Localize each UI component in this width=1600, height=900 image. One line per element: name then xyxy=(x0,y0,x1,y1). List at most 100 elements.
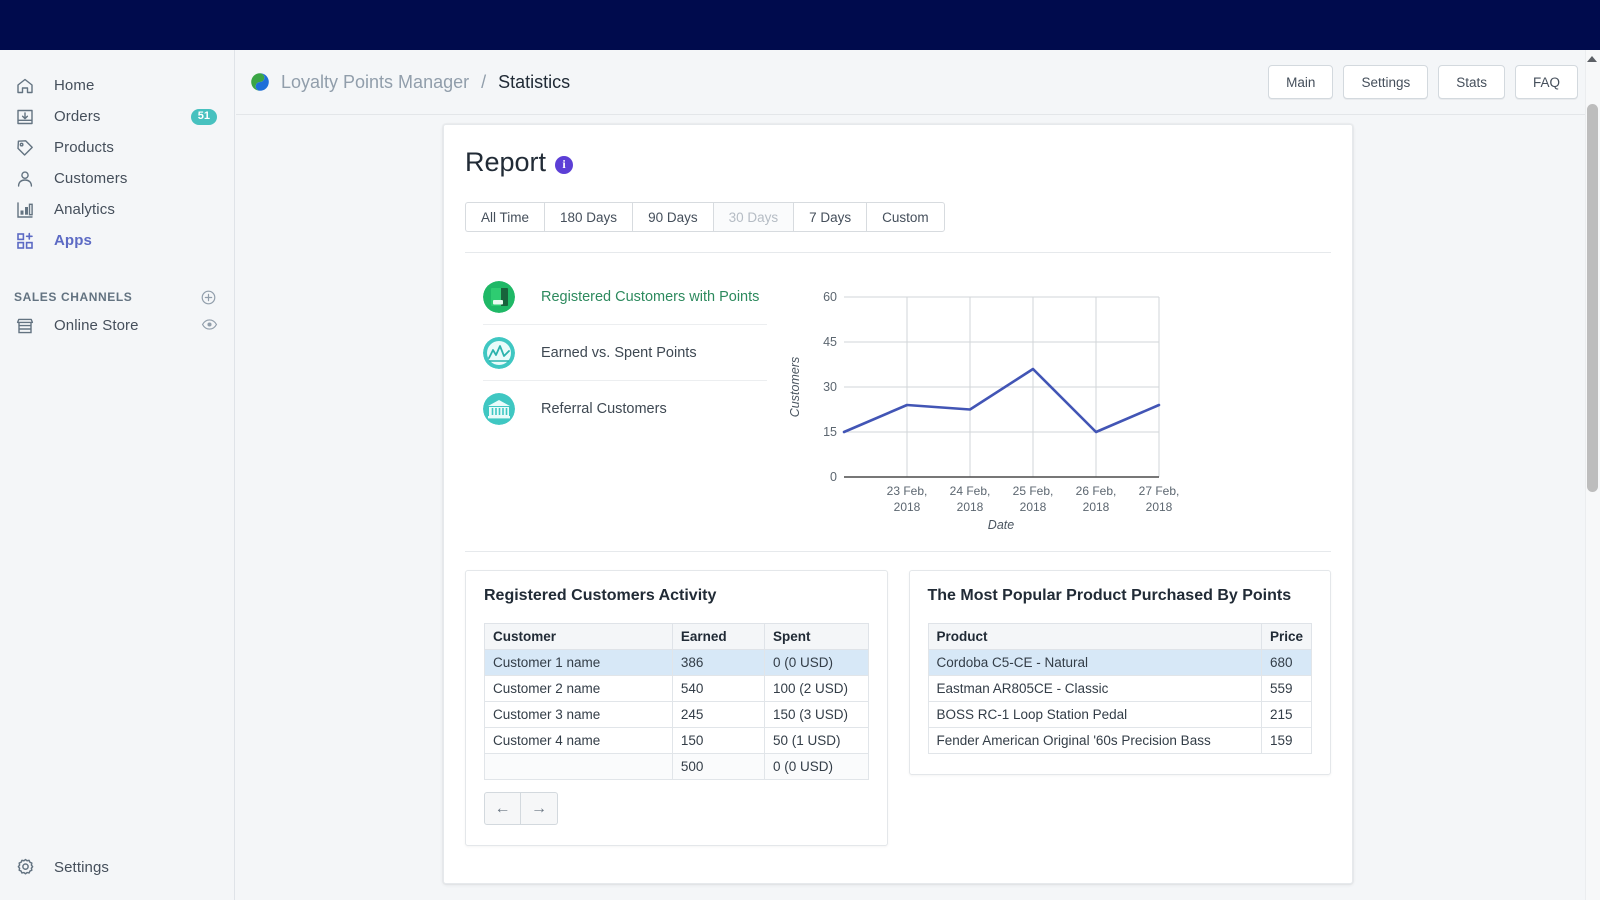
table-header-row: Product Price xyxy=(928,624,1312,650)
cell-earned: 245 xyxy=(672,702,764,728)
store-icon xyxy=(14,315,36,337)
info-icon[interactable]: i xyxy=(555,156,573,174)
sidebar-item-apps[interactable]: Apps xyxy=(0,225,234,256)
header-button-settings[interactable]: Settings xyxy=(1343,65,1428,99)
bank-teal-icon xyxy=(483,393,515,425)
svg-text:2018: 2018 xyxy=(1146,500,1173,514)
report-menu-label: Referral Customers xyxy=(541,401,667,417)
popular-products-panel: The Most Popular Product Purchased By Po… xyxy=(909,570,1332,775)
sidebar-item-label: Analytics xyxy=(54,201,115,218)
table-row[interactable]: Customer 4 name 150 50 (1 USD) xyxy=(485,728,869,754)
apps-grid-plus-icon xyxy=(14,230,36,252)
table-row[interactable]: Customer 3 name 245 150 (3 USD) xyxy=(485,702,869,728)
cell-earned: 150 xyxy=(672,728,764,754)
cell-earned: 500 xyxy=(672,754,764,780)
cell-product: Fender American Original '60s Precision … xyxy=(928,728,1261,754)
report-menu-label: Earned vs. Spent Points xyxy=(541,345,697,361)
sidebar-item-label: Orders xyxy=(54,108,100,125)
date-range-button-group: All Time 180 Days 90 Days 30 Days 7 Days… xyxy=(465,202,1331,232)
brand-name[interactable]: Loyalty Points Manager xyxy=(281,72,469,93)
range-7-days[interactable]: 7 Days xyxy=(793,202,866,232)
table-row[interactable]: Customer 2 name 540 100 (2 USD) xyxy=(485,676,869,702)
report-card-body: Report i All Time 180 Days 90 Days 30 Da… xyxy=(444,125,1352,552)
range-90-days[interactable]: 90 Days xyxy=(632,202,713,232)
sidebar-item-customers[interactable]: Customers xyxy=(0,163,234,194)
customers-line-chart: 60 45 30 15 0 xyxy=(767,269,1331,529)
cell-price: 559 xyxy=(1261,676,1311,702)
svg-text:27 Feb,: 27 Feb, xyxy=(1139,484,1179,498)
cell-spent: 0 (0 USD) xyxy=(764,754,868,780)
column-earned: Earned xyxy=(672,624,764,650)
report-type-menu: Registered Customers with Points xyxy=(465,269,767,529)
orders-badge: 51 xyxy=(191,109,217,125)
cell-earned: 540 xyxy=(672,676,764,702)
main-content: Report i All Time 180 Days 90 Days 30 Da… xyxy=(236,116,1600,900)
app-header: Loyalty Points Manager / Statistics Main… xyxy=(236,50,1600,115)
cell-price: 680 xyxy=(1261,650,1311,676)
cell-spent: 100 (2 USD) xyxy=(764,676,868,702)
sales-channels-header: SALES CHANNELS xyxy=(0,284,234,310)
sidebar-item-label: Customers xyxy=(54,170,127,187)
table-row[interactable]: Eastman AR805CE - Classic 559 xyxy=(928,676,1312,702)
top-navy-bar xyxy=(0,0,1600,50)
report-menu-earned-vs-spent[interactable]: Earned vs. Spent Points xyxy=(483,325,767,381)
sidebar-item-orders[interactable]: Orders 51 xyxy=(0,101,234,132)
svg-text:25 Feb,: 25 Feb, xyxy=(1013,484,1054,498)
pager-next-button[interactable]: → xyxy=(521,792,558,825)
report-body: Registered Customers with Points xyxy=(465,253,1331,529)
sidebar-item-products[interactable]: Products xyxy=(0,132,234,163)
table-row[interactable]: Customer 1 name 386 0 (0 USD) xyxy=(485,650,869,676)
svg-text:2018: 2018 xyxy=(1083,500,1110,514)
header-button-stats[interactable]: Stats xyxy=(1438,65,1505,99)
column-customer: Customer xyxy=(485,624,673,650)
breadcrumb: Loyalty Points Manager / Statistics xyxy=(250,72,1268,93)
cell-price: 215 xyxy=(1261,702,1311,728)
cell-earned: 386 xyxy=(672,650,764,676)
chart-svg: 60 45 30 15 0 xyxy=(779,275,1179,540)
chart-xlabel: Date xyxy=(988,518,1014,532)
report-menu-registered-customers[interactable]: Registered Customers with Points xyxy=(483,269,767,325)
table-row[interactable]: Fender American Original '60s Precision … xyxy=(928,728,1312,754)
table-row[interactable]: BOSS RC-1 Loop Station Pedal 215 xyxy=(928,702,1312,728)
y-tick-45: 45 xyxy=(823,335,837,349)
range-all-time[interactable]: All Time xyxy=(465,202,544,232)
cell-price: 159 xyxy=(1261,728,1311,754)
range-180-days[interactable]: 180 Days xyxy=(544,202,632,232)
svg-text:2018: 2018 xyxy=(957,500,984,514)
column-spent: Spent xyxy=(764,624,868,650)
customers-series-line xyxy=(844,369,1159,432)
sidebar-item-label: Apps xyxy=(54,232,92,249)
plus-circle-icon[interactable] xyxy=(200,289,217,306)
orders-icon xyxy=(14,106,36,128)
sidebar-item-online-store[interactable]: Online Store xyxy=(0,310,234,341)
products-tag-icon xyxy=(14,137,36,159)
range-custom[interactable]: Custom xyxy=(866,202,945,232)
header-button-faq[interactable]: FAQ xyxy=(1515,65,1578,99)
sidebar-item-label: Home xyxy=(54,77,94,94)
scroll-up-arrow-icon[interactable] xyxy=(1587,56,1597,62)
range-30-days: 30 Days xyxy=(713,202,794,232)
header-button-main[interactable]: Main xyxy=(1268,65,1333,99)
svg-text:26 Feb,: 26 Feb, xyxy=(1076,484,1117,498)
table-header-row: Customer Earned Spent xyxy=(485,624,869,650)
svg-text:23 Feb,: 23 Feb, xyxy=(887,484,928,498)
sidebar-item-home[interactable]: Home xyxy=(0,70,234,101)
eye-icon[interactable] xyxy=(201,316,218,336)
table-row[interactable]: Cordoba C5-CE - Natural 680 xyxy=(928,650,1312,676)
pager-prev-button[interactable]: ← xyxy=(484,792,521,825)
sidebar-item-label: Online Store xyxy=(54,317,139,334)
app-root: Home Orders 51 xyxy=(0,0,1600,900)
report-card: Report i All Time 180 Days 90 Days 30 Da… xyxy=(443,124,1353,884)
analytics-bars-icon xyxy=(14,199,36,221)
cell-customer: Customer 3 name xyxy=(485,702,673,728)
main-sidebar: Home Orders 51 xyxy=(0,50,235,900)
page-scrollbar-thumb[interactable] xyxy=(1587,104,1598,492)
sidebar-item-analytics[interactable]: Analytics xyxy=(0,194,234,225)
sidebar-item-settings[interactable]: Settings xyxy=(0,856,109,878)
report-menu-referral-customers[interactable]: Referral Customers xyxy=(483,381,767,437)
gear-icon xyxy=(14,856,36,878)
table-row[interactable]: 500 0 (0 USD) xyxy=(485,754,869,780)
chart-teal-icon xyxy=(483,337,515,369)
x-tick-labels: 23 Feb,2018 24 Feb,2018 25 Feb,2018 26 F… xyxy=(887,484,1179,514)
cell-product: Eastman AR805CE - Classic xyxy=(928,676,1261,702)
